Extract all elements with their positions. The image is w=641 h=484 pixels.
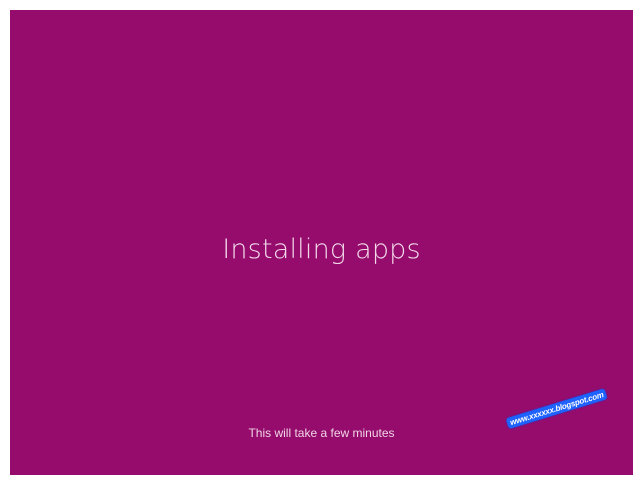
- installing-apps-title: Installing apps: [222, 234, 421, 265]
- screenshot-frame: Installing apps This will take a few min…: [0, 0, 641, 484]
- install-screen: Installing apps This will take a few min…: [10, 10, 633, 475]
- blog-watermark: www.xxxxxx.blogspot.com: [504, 382, 621, 452]
- watermark-text: www.xxxxxx.blogspot.com: [505, 388, 608, 430]
